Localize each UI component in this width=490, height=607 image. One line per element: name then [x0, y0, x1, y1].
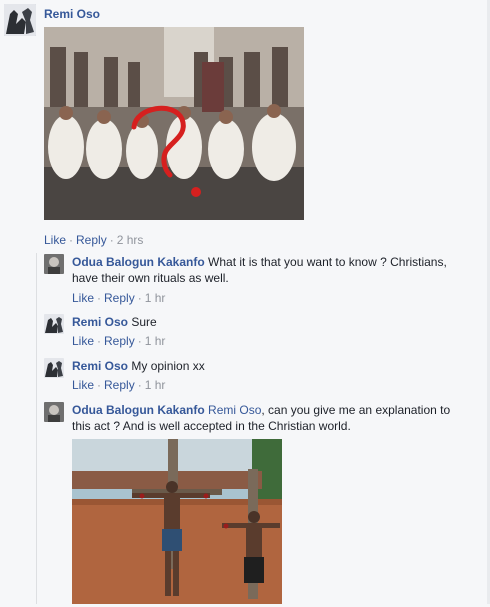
reply-link[interactable]: Reply — [104, 378, 135, 392]
comment-author-link[interactable]: Odua Balogun Kakanfo — [72, 255, 205, 269]
comment-author-link[interactable]: Remi Oso — [72, 359, 128, 373]
separator: · — [137, 334, 142, 348]
reply-link[interactable]: Reply — [104, 291, 135, 305]
reply-link[interactable]: Reply — [104, 334, 135, 348]
comment-text: Sure — [131, 315, 157, 329]
comment-photo[interactable] — [44, 27, 304, 220]
comment-author-link[interactable]: Odua Balogun Kakanfo — [72, 403, 205, 417]
thread-line — [36, 253, 37, 604]
timestamp[interactable]: 1 hr — [145, 378, 166, 392]
reply-body: Odua Balogun Kakanfo Remi Oso, can you g… — [72, 402, 472, 434]
like-link[interactable]: Like — [44, 233, 66, 247]
like-link[interactable]: Like — [72, 334, 94, 348]
avatar[interactable] — [44, 402, 64, 422]
reply-link[interactable]: Reply — [76, 233, 107, 247]
avatar[interactable] — [44, 314, 64, 334]
timestamp[interactable]: 1 hr — [145, 334, 166, 348]
separator: · — [137, 378, 142, 392]
separator: · — [137, 291, 142, 305]
timestamp[interactable]: 2 hrs — [117, 233, 144, 247]
separator: · — [97, 334, 102, 348]
reply-body: Remi Oso Sure — [72, 314, 472, 330]
comment-actions: Like · Reply · 2 hrs — [44, 233, 143, 247]
comment-author-link[interactable]: Remi Oso — [44, 7, 100, 21]
separator: · — [109, 233, 114, 247]
separator: · — [97, 291, 102, 305]
comment-author-link[interactable]: Remi Oso — [72, 315, 128, 329]
reply-body: Remi Oso My opinion xx — [72, 358, 472, 374]
avatar[interactable] — [4, 4, 36, 36]
mention-link[interactable]: Remi Oso — [208, 403, 261, 417]
comment-photo[interactable] — [72, 439, 282, 604]
like-link[interactable]: Like — [72, 291, 94, 305]
reply-body: Odua Balogun Kakanfo What it is that you… — [72, 254, 472, 286]
comment-actions: Like · Reply · 1 hr — [72, 378, 165, 392]
separator: · — [69, 233, 74, 247]
comment-actions: Like · Reply · 1 hr — [72, 291, 165, 305]
timestamp[interactable]: 1 hr — [145, 291, 166, 305]
like-link[interactable]: Like — [72, 378, 94, 392]
avatar[interactable] — [44, 358, 64, 378]
comment-actions: Like · Reply · 1 hr — [72, 334, 165, 348]
separator: · — [97, 378, 102, 392]
avatar[interactable] — [44, 254, 64, 274]
comment-text: My opinion xx — [131, 359, 205, 373]
